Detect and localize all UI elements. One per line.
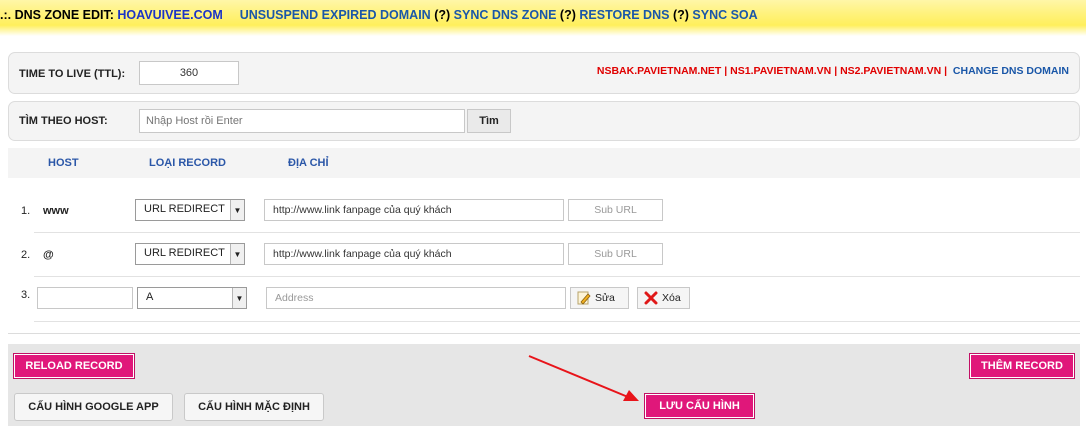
address-input[interactable]: Address [266, 287, 566, 309]
column-record-type: LOẠI RECORD [149, 157, 226, 169]
edit-pencil-icon [577, 291, 591, 305]
search-host-label: TÌM THEO HOST: [19, 115, 108, 127]
delete-x-icon [644, 291, 658, 305]
sub-url-button[interactable]: Sub URL [568, 199, 663, 221]
ttl-input[interactable] [139, 61, 239, 85]
help-link[interactable]: (?) [434, 8, 450, 22]
add-record-button[interactable]: THÊM RECORD [969, 353, 1075, 379]
row-number: 1. [21, 205, 31, 217]
search-button[interactable]: Tìm [467, 109, 511, 133]
nameserver-list: NSBAK.PAVIETNAM.NET | NS1.PAVIETNAM.VN |… [596, 65, 1069, 77]
section-divider [8, 333, 1080, 334]
sub-url-button[interactable]: Sub URL [568, 243, 663, 265]
page-title: .:. DNS ZONE EDIT: [0, 8, 114, 22]
reload-record-button[interactable]: RELOAD RECORD [13, 353, 135, 379]
dropdown-arrow-icon: ▼ [232, 288, 246, 308]
sync-dns-zone-link[interactable]: SYNC DNS ZONE [454, 8, 557, 22]
unsuspend-expired-domain-link[interactable]: UNSUSPEND EXPIRED DOMAIN [240, 8, 431, 22]
ttl-panel: TIME TO LIVE (TTL): NSBAK.PAVIETNAM.NET … [8, 52, 1080, 94]
host-input[interactable] [37, 287, 133, 309]
record-type-select[interactable]: URL REDIRECT ▼ [135, 243, 245, 265]
sync-soa-link[interactable]: SYNC SOA [692, 8, 757, 22]
header-line: .:. DNS ZONE EDIT: HOAVUIVEE.COM UNSUSPE… [0, 8, 758, 22]
dropdown-arrow-icon: ▼ [230, 200, 244, 220]
address-input[interactable]: http://www.link fanpage của quý khách [264, 243, 564, 265]
row-divider [34, 232, 1080, 233]
domain-name: HOAVUIVEE.COM [117, 8, 223, 22]
annotation-arrow-icon [528, 355, 639, 401]
nameserver: NS1.PAVIETNAM.VN [730, 65, 832, 77]
row-number: 2. [21, 249, 31, 261]
ttl-label: TIME TO LIVE (TTL): [19, 68, 126, 80]
google-app-config-button[interactable]: CẤU HÌNH GOOGLE APP [14, 393, 173, 421]
dns-zone-editor: .:. DNS ZONE EDIT: HOAVUIVEE.COM UNSUSPE… [0, 0, 1086, 426]
search-host-panel: TÌM THEO HOST: Tìm [8, 101, 1080, 141]
record-type-select[interactable]: URL REDIRECT ▼ [135, 199, 245, 221]
column-host: HOST [48, 157, 79, 169]
nameserver: NSBAK.PAVIETNAM.NET [596, 65, 722, 77]
edit-button[interactable]: Sửa [570, 287, 629, 309]
row-number: 3. [21, 289, 31, 301]
nameserver: NS2.PAVIETNAM.VN [840, 65, 942, 77]
help-link[interactable]: (?) [673, 8, 689, 22]
header-bar: .:. DNS ZONE EDIT: HOAVUIVEE.COM UNSUSPE… [0, 0, 1086, 36]
row-divider [34, 321, 1080, 322]
record-type-select[interactable]: A ▼ [137, 287, 247, 309]
dropdown-arrow-icon: ▼ [230, 244, 244, 264]
row-host: @ [43, 249, 54, 261]
row-host: www [43, 205, 69, 217]
record-column-header: HOST LOẠI RECORD ĐỊA CHỈ [8, 148, 1080, 178]
address-input[interactable]: http://www.link fanpage của quý khách [264, 199, 564, 221]
change-dns-domain-link[interactable]: CHANGE DNS DOMAIN [953, 65, 1069, 77]
default-config-button[interactable]: CẤU HÌNH MẶC ĐỊNH [184, 393, 324, 421]
restore-dns-link[interactable]: RESTORE DNS [579, 8, 669, 22]
help-link[interactable]: (?) [560, 8, 576, 22]
search-host-input[interactable] [139, 109, 465, 133]
delete-button[interactable]: Xóa [637, 287, 690, 309]
row-divider [34, 276, 1080, 277]
column-address: ĐỊA CHỈ [288, 157, 329, 169]
save-config-button[interactable]: LƯU CẤU HÌNH [644, 393, 755, 419]
